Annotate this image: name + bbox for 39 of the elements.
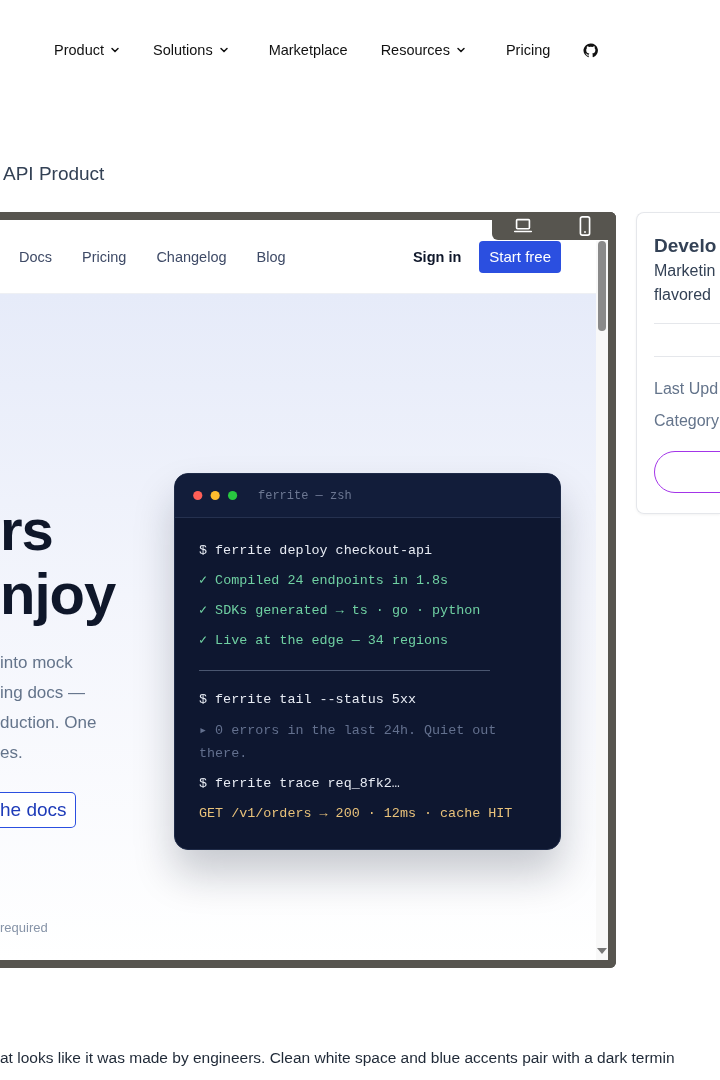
terminal-line: ✓ Compiled 24 endpoints in 1.8s (199, 572, 450, 590)
headline: njoy (0, 562, 117, 626)
meta-label: Last Upd (654, 379, 720, 399)
headline: rs (0, 498, 54, 562)
nav-link[interactable]: Product (54, 42, 120, 58)
docs-button[interactable]: he docs (0, 792, 76, 828)
terminal-line: $ ferrite tail --status 5xx (199, 691, 417, 709)
note-text: required (0, 920, 49, 935)
meta-label: Category (654, 411, 720, 431)
terminal-line: $ ferrite deploy checkout-api (199, 542, 434, 560)
terminal-line: $ ferrite trace req_8fk2… (199, 775, 401, 793)
scroll-thumb[interactable] (598, 241, 606, 331)
nav-link[interactable]: Pricing (505, 42, 551, 58)
body-text: duction. One (0, 712, 98, 734)
terminal-line: ✓ Live at the edge — 34 regions (199, 632, 450, 650)
cat-logo-icon[interactable] (583, 42, 599, 58)
body-text: es. (0, 742, 24, 764)
description-text: at looks like it was made by engineers. Clean white space and blue accents pair with a dark termin (0, 1048, 676, 1068)
scroll-down-icon[interactable] (597, 948, 607, 954)
card-description: Marketin (654, 261, 717, 281)
nav-link[interactable]: Changelog (156, 248, 227, 265)
start-free-button[interactable]: Start free (479, 240, 561, 273)
sign-in-link[interactable]: Sign in (412, 248, 462, 265)
body-text: ing docs — (0, 682, 87, 704)
terminal-line: ✓ SDKs generated → ts · go · python (199, 602, 482, 620)
nav-link[interactable]: Marketplace (268, 42, 348, 58)
nav-link[interactable]: Solutions (153, 42, 229, 58)
nav-link[interactable]: Resources (380, 42, 466, 58)
card-description: flavored (654, 285, 712, 305)
scrollbar[interactable] (596, 241, 608, 960)
body-text: into mock (0, 652, 74, 674)
terminal-line: ▸ 0 errors in the last 24h. Quiet out there. (199, 722, 498, 763)
card-title: Develo (654, 234, 718, 258)
terminal-line: GET /v1/orders → 200 · 12ms · cache HIT (199, 805, 514, 823)
nav-link[interactable]: Pricing (82, 248, 127, 265)
nav-link[interactable]: Blog (256, 248, 286, 265)
nav-link[interactable]: Docs (19, 248, 53, 265)
page-title: API Product (3, 162, 106, 186)
terminal-title: ferrite — zsh (258, 488, 352, 503)
